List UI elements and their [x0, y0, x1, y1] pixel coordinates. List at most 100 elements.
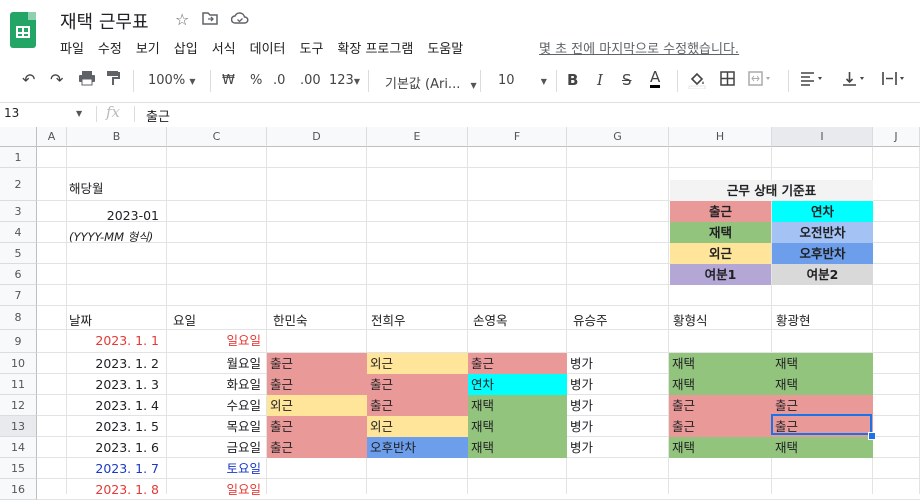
status-cell[interactable]: 재택	[669, 374, 772, 395]
date-cell[interactable]: 2023. 1. 1	[67, 330, 163, 351]
row-header-11[interactable]: 11	[0, 374, 37, 395]
status-cell[interactable]	[468, 330, 567, 351]
status-cell[interactable]: 출근	[267, 437, 367, 458]
status-cell[interactable]: 출근	[367, 374, 468, 395]
status-cell[interactable]: 연차	[468, 374, 567, 395]
column-header-g[interactable]: G	[567, 127, 669, 147]
merge-cells-icon[interactable]	[748, 71, 772, 90]
italic-icon[interactable]: I	[597, 71, 603, 89]
column-header-f[interactable]: F	[468, 127, 567, 147]
row-header-13[interactable]: 13	[0, 416, 37, 437]
menu-data[interactable]: 데이터	[250, 38, 286, 57]
paint-format-icon[interactable]	[106, 70, 120, 90]
status-cell[interactable]: 재택	[669, 353, 772, 374]
name-box[interactable]: 13	[4, 106, 19, 120]
date-cell[interactable]: 2023. 1. 4	[67, 395, 163, 416]
row-header-14[interactable]: 14	[0, 437, 37, 458]
font-size-select[interactable]: 10 ▼	[498, 73, 547, 88]
redo-icon[interactable]: ↷	[50, 70, 63, 89]
status-cell[interactable]: 출근	[267, 353, 367, 374]
print-icon[interactable]	[78, 70, 96, 90]
weekday-cell[interactable]: 목요일	[167, 416, 265, 437]
row-header-6[interactable]: 6	[0, 264, 37, 285]
number-format-select[interactable]: 123▼	[329, 73, 360, 88]
fill-handle[interactable]	[868, 432, 876, 440]
borders-icon[interactable]	[720, 71, 735, 90]
status-cell[interactable]	[567, 458, 669, 479]
status-cell[interactable]: 병가	[567, 353, 669, 374]
weekday-cell[interactable]: 일요일	[167, 479, 265, 500]
date-cell[interactable]: 2023. 1. 6	[67, 437, 163, 458]
date-cell[interactable]: 2023. 1. 8	[67, 479, 163, 500]
status-cell[interactable]: 출근	[669, 395, 772, 416]
row-header-5[interactable]: 5	[0, 243, 37, 264]
row-header-10[interactable]: 10	[0, 353, 37, 374]
column-header-e[interactable]: E	[367, 127, 468, 147]
undo-icon[interactable]: ↶	[22, 70, 35, 89]
font-family-select[interactable]: 기본값 (Ari... ▼	[385, 73, 477, 92]
status-cell[interactable]: 외근	[267, 395, 367, 416]
weekday-cell[interactable]: 화요일	[167, 374, 265, 395]
row-header-9[interactable]: 9	[0, 330, 37, 353]
status-cell[interactable]: 재택	[468, 395, 567, 416]
menu-extensions[interactable]: 확장 프로그램	[337, 38, 413, 57]
vertical-align-icon[interactable]	[842, 71, 866, 90]
column-header-j[interactable]: J	[873, 127, 920, 147]
column-header-a[interactable]: A	[37, 127, 67, 147]
column-header-d[interactable]: D	[267, 127, 367, 147]
menu-insert[interactable]: 삽입	[174, 38, 198, 57]
status-cell[interactable]: 병가	[567, 416, 669, 437]
menu-help[interactable]: 도움말	[427, 38, 463, 57]
status-cell[interactable]	[772, 479, 873, 500]
status-cell[interactable]: 재택	[669, 437, 772, 458]
status-cell[interactable]: 외근	[367, 416, 468, 437]
status-cell[interactable]	[772, 458, 873, 479]
last-edit-link[interactable]: 몇 초 전에 마지막으로 수정했습니다.	[539, 38, 739, 57]
column-header-b[interactable]: B	[67, 127, 167, 147]
status-cell[interactable]: 재택	[772, 353, 873, 374]
status-cell[interactable]: 재택	[772, 437, 873, 458]
status-cell[interactable]	[567, 479, 669, 500]
move-folder-icon[interactable]	[202, 10, 218, 29]
row-header-4[interactable]: 4	[0, 222, 37, 243]
weekday-cell[interactable]: 금요일	[167, 437, 265, 458]
weekday-cell[interactable]: 일요일	[167, 330, 265, 351]
column-header-h[interactable]: H	[669, 127, 772, 147]
weekday-cell[interactable]: 토요일	[167, 458, 265, 479]
row-header-1[interactable]: 1	[0, 147, 37, 168]
status-cell[interactable]: 외근	[367, 353, 468, 374]
status-cell[interactable]	[567, 330, 669, 351]
status-cell[interactable]	[367, 479, 468, 500]
row-header-12[interactable]: 12	[0, 395, 37, 416]
status-cell[interactable]	[367, 330, 468, 351]
status-cell[interactable]	[669, 330, 772, 351]
row-header-8[interactable]: 8	[0, 306, 37, 330]
row-header-15[interactable]: 15	[0, 458, 37, 479]
status-cell[interactable]: 재택	[468, 437, 567, 458]
date-cell[interactable]: 2023. 1. 3	[67, 374, 163, 395]
selected-cell[interactable]	[771, 414, 872, 435]
zoom-select[interactable]: 100% ▼	[148, 73, 195, 88]
status-cell[interactable]	[468, 458, 567, 479]
status-cell[interactable]	[669, 479, 772, 500]
column-header-i[interactable]: I	[772, 127, 873, 147]
status-cell[interactable]: 출근	[468, 353, 567, 374]
status-cell[interactable]: 출근	[772, 395, 873, 416]
sheets-logo-icon[interactable]	[10, 12, 36, 48]
decrease-decimal-button[interactable]: .0	[273, 73, 285, 88]
status-cell[interactable]	[267, 330, 367, 351]
status-cell[interactable]	[267, 458, 367, 479]
formula-input[interactable]: 출근	[146, 106, 170, 125]
row-header-16[interactable]: 16	[0, 479, 37, 500]
date-cell[interactable]: 2023. 1. 7	[67, 458, 163, 479]
status-cell[interactable]: 출근	[267, 416, 367, 437]
status-cell[interactable]: 출근	[267, 374, 367, 395]
chevron-down-icon[interactable]: ▼	[76, 109, 82, 118]
status-cell[interactable]: 병가	[567, 395, 669, 416]
status-cell[interactable]	[267, 479, 367, 500]
star-icon[interactable]: ☆	[175, 10, 189, 29]
row-header-7[interactable]: 7	[0, 285, 37, 306]
status-cell[interactable]	[669, 458, 772, 479]
weekday-cell[interactable]: 수요일	[167, 395, 265, 416]
doc-title[interactable]: 재택 근무표	[60, 8, 149, 34]
